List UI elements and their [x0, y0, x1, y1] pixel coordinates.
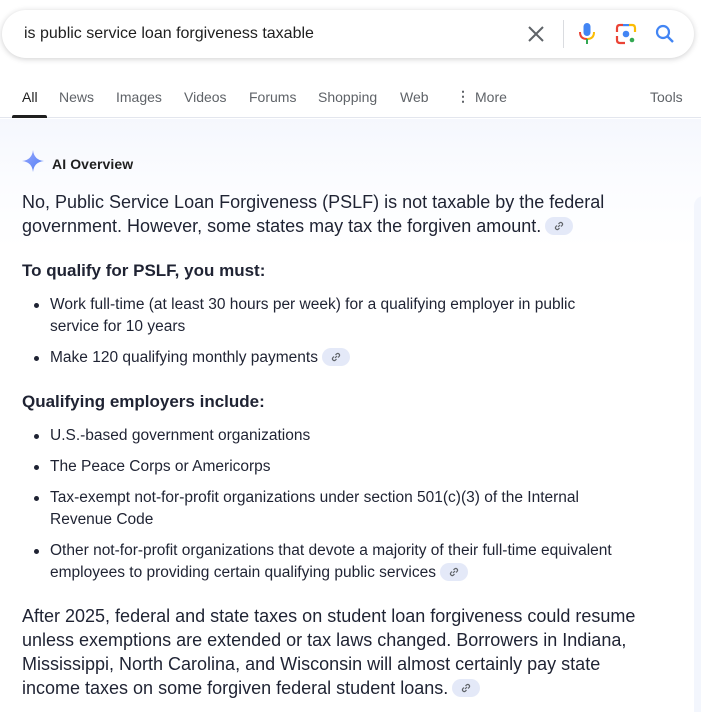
link-icon: [331, 352, 341, 362]
active-tab-indicator: [12, 115, 47, 118]
tab-more[interactable]: ⋮ More: [456, 88, 507, 106]
tab-more-label: More: [475, 89, 507, 105]
qualify-list-container: Work full-time (at least 30 hours per we…: [22, 294, 622, 378]
source-link-chip[interactable]: [439, 562, 468, 581]
list-item-text: U.S.-based government organizations: [50, 427, 311, 444]
list-item: Other not-for-profit organizations that …: [22, 540, 622, 584]
microphone-icon[interactable]: [575, 22, 599, 46]
intro-paragraph: No, Public Service Loan Forgiveness (PSL…: [22, 190, 622, 238]
list-item: Make 120 qualifying monthly payments: [22, 347, 622, 369]
search-bar[interactable]: is public service loan forgiveness taxab…: [2, 10, 694, 58]
outro-text: After 2025, federal and state taxes on s…: [22, 606, 636, 698]
source-link-chip[interactable]: [321, 347, 350, 366]
source-link-chip[interactable]: [545, 217, 574, 236]
tools-button[interactable]: Tools: [650, 88, 683, 106]
search-tabs: All News Images Videos Forums Shopping W…: [0, 78, 701, 118]
search-icon[interactable]: [653, 22, 677, 46]
list-item: Work full-time (at least 30 hours per we…: [22, 294, 622, 338]
qualify-list: Work full-time (at least 30 hours per we…: [22, 294, 622, 369]
tab-web[interactable]: Web: [400, 88, 429, 106]
qualify-heading: To qualify for PSLF, you must:: [22, 261, 266, 280]
link-icon: [555, 222, 564, 231]
source-link-chip[interactable]: [452, 679, 481, 698]
tab-shopping[interactable]: Shopping: [318, 88, 377, 106]
list-item-text: Tax-exempt not-for-profit organizations …: [50, 489, 579, 528]
link-icon: [449, 567, 459, 577]
employers-list-container: U.S.-based government organizations The …: [22, 425, 622, 593]
list-item-text: Make 120 qualifying monthly payments: [50, 349, 318, 366]
list-item-text: The Peace Corps or Americorps: [50, 458, 271, 475]
ai-overview-title: AI Overview: [52, 155, 134, 172]
search-input[interactable]: is public service loan forgiveness taxab…: [24, 24, 314, 44]
tab-images[interactable]: Images: [116, 88, 162, 106]
google-lens-icon[interactable]: [614, 22, 638, 46]
tab-all[interactable]: All: [22, 88, 38, 106]
employers-list: U.S.-based government organizations The …: [22, 425, 622, 584]
ai-overview-header: AI Overview: [22, 150, 133, 177]
tab-videos[interactable]: Videos: [184, 88, 227, 106]
tab-news[interactable]: News: [59, 88, 94, 106]
sources-side-panel: [694, 196, 701, 712]
more-vert-icon: ⋮: [456, 88, 470, 104]
list-item: Tax-exempt not-for-profit organizations …: [22, 487, 622, 531]
intro-text: No, Public Service Loan Forgiveness (PSL…: [22, 192, 605, 236]
gemini-sparkle-icon: [22, 150, 44, 177]
list-item: U.S.-based government organizations: [22, 425, 622, 447]
close-icon[interactable]: [524, 22, 548, 46]
link-icon: [462, 684, 471, 693]
list-item: The Peace Corps or Americorps: [22, 456, 622, 478]
tab-forums[interactable]: Forums: [249, 88, 296, 106]
list-item-text: Work full-time (at least 30 hours per we…: [50, 296, 576, 335]
search-divider: [563, 20, 564, 48]
outro-paragraph: After 2025, federal and state taxes on s…: [22, 604, 652, 700]
employers-heading: Qualifying employers include:: [22, 392, 265, 411]
list-item-text: Other not-for-profit organizations that …: [50, 542, 612, 581]
